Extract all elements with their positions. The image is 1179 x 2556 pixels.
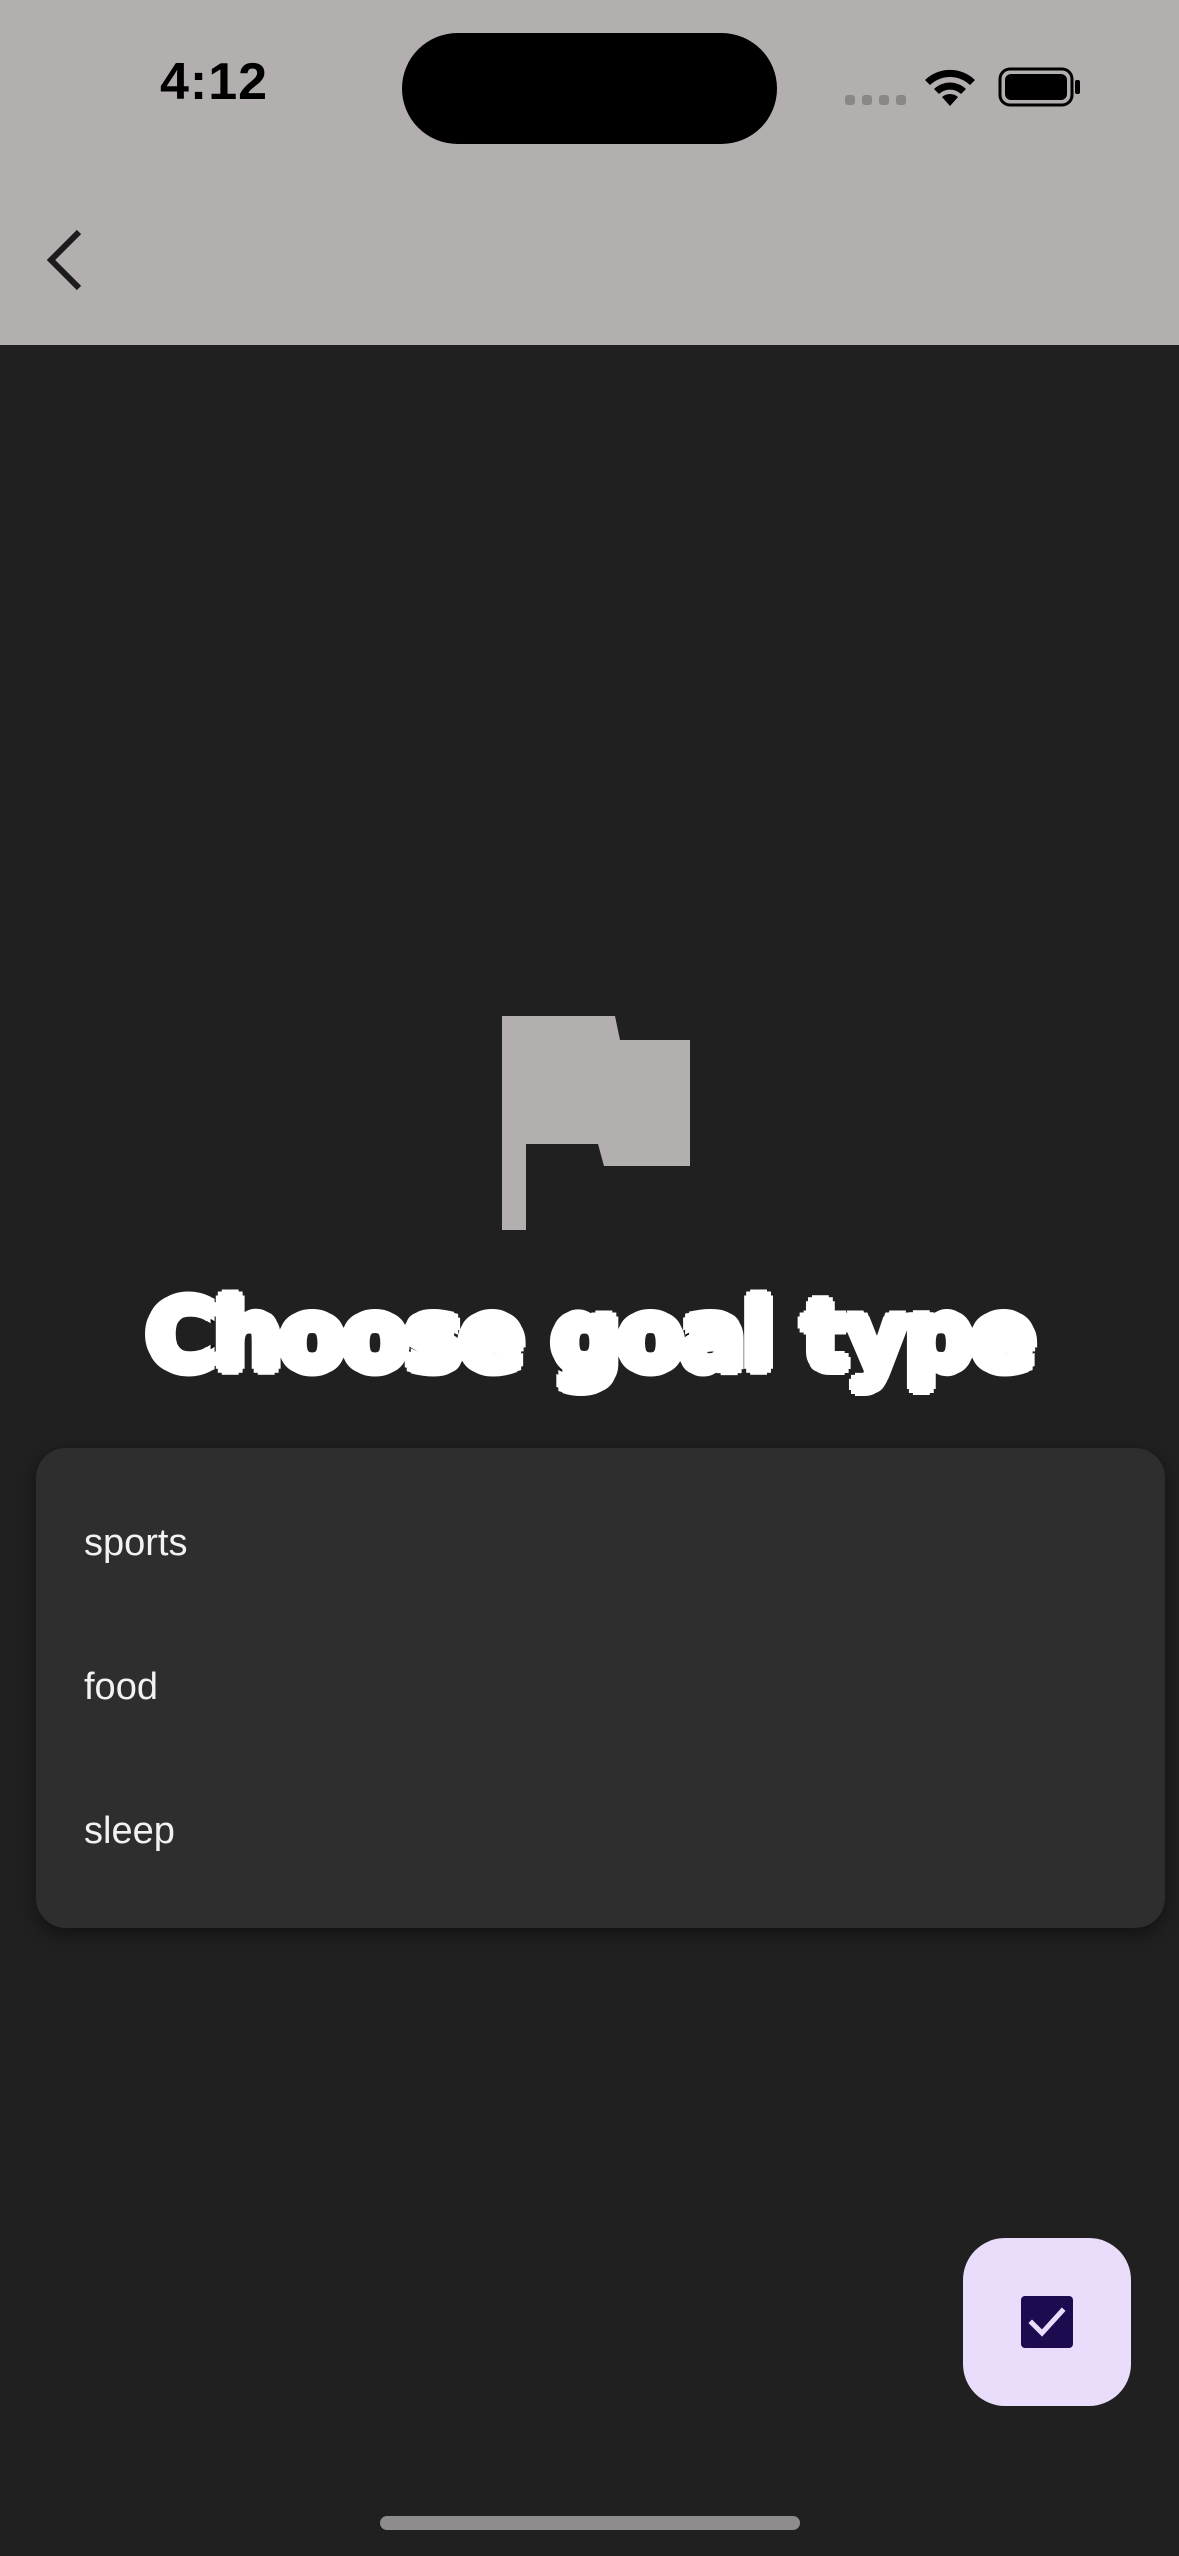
cellular-signal-icon [845,95,906,105]
page-title: Choose goal type [143,1277,1038,1395]
confirm-button[interactable] [963,2238,1131,2406]
option-sleep[interactable]: sleep [84,1786,1084,1876]
back-button[interactable] [30,215,100,305]
status-time: 4:12 [160,53,269,111]
flag-icon [502,1016,690,1230]
goal-type-list: sports food sleep [36,1448,1165,1928]
chevron-left-icon [46,229,82,291]
option-sports[interactable]: sports [84,1498,1084,1588]
option-food[interactable]: food [84,1642,1084,1732]
wifi-icon [925,69,975,106]
checkbox-checked-icon [1021,2296,1073,2348]
battery-icon [998,67,1080,107]
screen: 4:12 Choose goal type sports food sleep [0,0,1179,2556]
dynamic-island [402,33,777,144]
app-bar: 4:12 [0,0,1179,345]
home-indicator [380,2516,800,2530]
